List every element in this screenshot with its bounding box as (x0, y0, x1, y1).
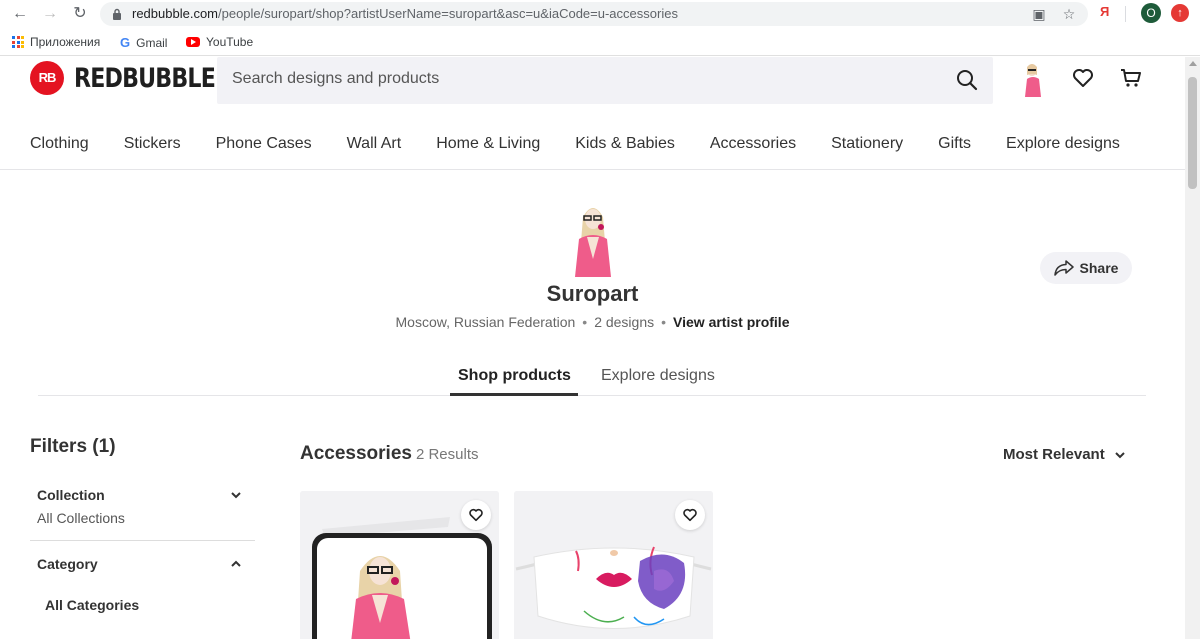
redbubble-logo[interactable]: RB REDBUBBLE (30, 61, 246, 95)
bookmarks-bar: Приложения G Gmail YouTube (0, 30, 1200, 56)
filter-collection-title: Collection (37, 487, 105, 503)
bookmark-label: Приложения (30, 35, 101, 49)
view-artist-profile-link[interactable]: View artist profile (673, 314, 789, 330)
share-label: Share (1079, 260, 1119, 276)
lock-icon (113, 8, 121, 20)
nav-explore-designs[interactable]: Explore designs (1006, 135, 1120, 153)
product-card-face-mask[interactable] (514, 491, 713, 639)
results-title: Accessories (300, 443, 412, 464)
filter-divider (30, 540, 255, 541)
sort-label: Most Relevant (1003, 446, 1105, 463)
profile-avatar[interactable]: O (1141, 3, 1161, 23)
toolbar-divider (1125, 6, 1126, 22)
back-arrow-icon[interactable]: ← (10, 4, 30, 24)
star-icon[interactable]: ☆ (1060, 5, 1078, 23)
url-host: redbubble.com (132, 6, 218, 21)
heart-icon (683, 508, 697, 522)
cart-icon[interactable] (1119, 66, 1143, 90)
filter-category-all[interactable]: All Categories (45, 597, 139, 613)
update-icon[interactable]: ↑ (1171, 4, 1189, 22)
nav-clothing[interactable]: Clothing (30, 135, 89, 153)
bookmark-label: YouTube (206, 35, 254, 49)
share-button[interactable]: Share (1040, 252, 1132, 284)
nav-stickers[interactable]: Stickers (124, 135, 181, 153)
sort-dropdown[interactable]: Most Relevant (1003, 446, 1126, 463)
google-icon: G (120, 35, 131, 50)
favorites-heart-icon[interactable] (1071, 66, 1095, 90)
url-text: redbubble.com/people/suropart/shop?artis… (132, 6, 678, 21)
yandex-extension-icon[interactable]: Я (1100, 4, 1109, 19)
tab-explore-designs[interactable]: Explore designs (601, 367, 715, 385)
filter-collection-value: All Collections (37, 510, 125, 526)
chevron-down-icon (231, 492, 241, 499)
nav-kids-babies[interactable]: Kids & Babies (575, 135, 675, 153)
reload-icon[interactable]: ↻ (70, 4, 90, 24)
category-nav: Clothing Stickers Phone Cases Wall Art H… (0, 117, 1185, 170)
logo-text: REDBUBBLE (74, 62, 216, 94)
results-heading: Accessories 2 Results (300, 443, 479, 465)
nav-stationery[interactable]: Stationery (831, 135, 903, 153)
page-scrollbar[interactable] (1185, 57, 1200, 639)
filters-title: Filters (1) (30, 436, 116, 457)
filter-category[interactable]: Category All Categories (30, 547, 255, 617)
search-icon[interactable] (955, 68, 979, 92)
shop-tabs: Shop products Explore designs (38, 358, 1146, 396)
search-bar (217, 57, 993, 104)
forward-arrow-icon[interactable]: → (40, 4, 60, 24)
heart-icon (469, 508, 483, 522)
scroll-thumb[interactable] (1188, 77, 1197, 189)
url-path: /people/suropart/shop?artistUserName=sur… (218, 6, 678, 21)
artist-name: Suropart (546, 281, 639, 306)
filter-collection[interactable]: Collection All Collections (30, 477, 255, 537)
apps-grid-icon (12, 36, 24, 48)
filter-category-title: Category (37, 556, 98, 572)
favorite-button[interactable] (675, 500, 705, 530)
active-tab-indicator (450, 393, 578, 396)
artist-location: Moscow, Russian Federation (395, 314, 576, 330)
bookmark-label: Gmail (136, 35, 168, 50)
browser-toolbar: ← → ↻ redbubble.com/people/suropart/shop… (0, 0, 1200, 28)
results-count: 2 Results (415, 446, 479, 463)
nav-wall-art[interactable]: Wall Art (347, 135, 402, 153)
scroll-up-arrow-icon[interactable] (1189, 61, 1197, 66)
nav-accessories[interactable]: Accessories (710, 135, 796, 153)
product-card-laptop-sleeve[interactable] (300, 491, 499, 639)
youtube-icon (186, 37, 200, 47)
artist-design-count: 2 designs (594, 314, 655, 330)
search-input[interactable] (232, 70, 932, 88)
artist-meta: Moscow, Russian Federation • 2 designs • Vie… (395, 314, 790, 330)
favorite-button[interactable] (461, 500, 491, 530)
chevron-down-icon (1114, 451, 1125, 458)
nav-home-living[interactable]: Home & Living (436, 135, 540, 153)
chevron-up-icon (231, 560, 241, 567)
tab-shop-products[interactable]: Shop products (458, 367, 571, 385)
page-content: RB REDBUBBLE Clothing Stickers Phone Cas… (0, 57, 1185, 639)
bookmark-gmail[interactable]: G Gmail (120, 35, 167, 50)
share-arrow-icon (1053, 260, 1074, 276)
nav-gifts[interactable]: Gifts (938, 135, 971, 153)
address-bar[interactable]: redbubble.com/people/suropart/shop?artis… (100, 2, 1088, 26)
nav-phone-cases[interactable]: Phone Cases (216, 135, 312, 153)
logo-badge: RB (30, 61, 64, 95)
translate-icon[interactable]: ▣ (1030, 5, 1048, 23)
bookmark-youtube[interactable]: YouTube (186, 35, 253, 49)
user-avatar-icon[interactable] (1018, 61, 1048, 97)
artist-avatar (575, 208, 611, 277)
bookmark-apps[interactable]: Приложения (12, 35, 100, 49)
